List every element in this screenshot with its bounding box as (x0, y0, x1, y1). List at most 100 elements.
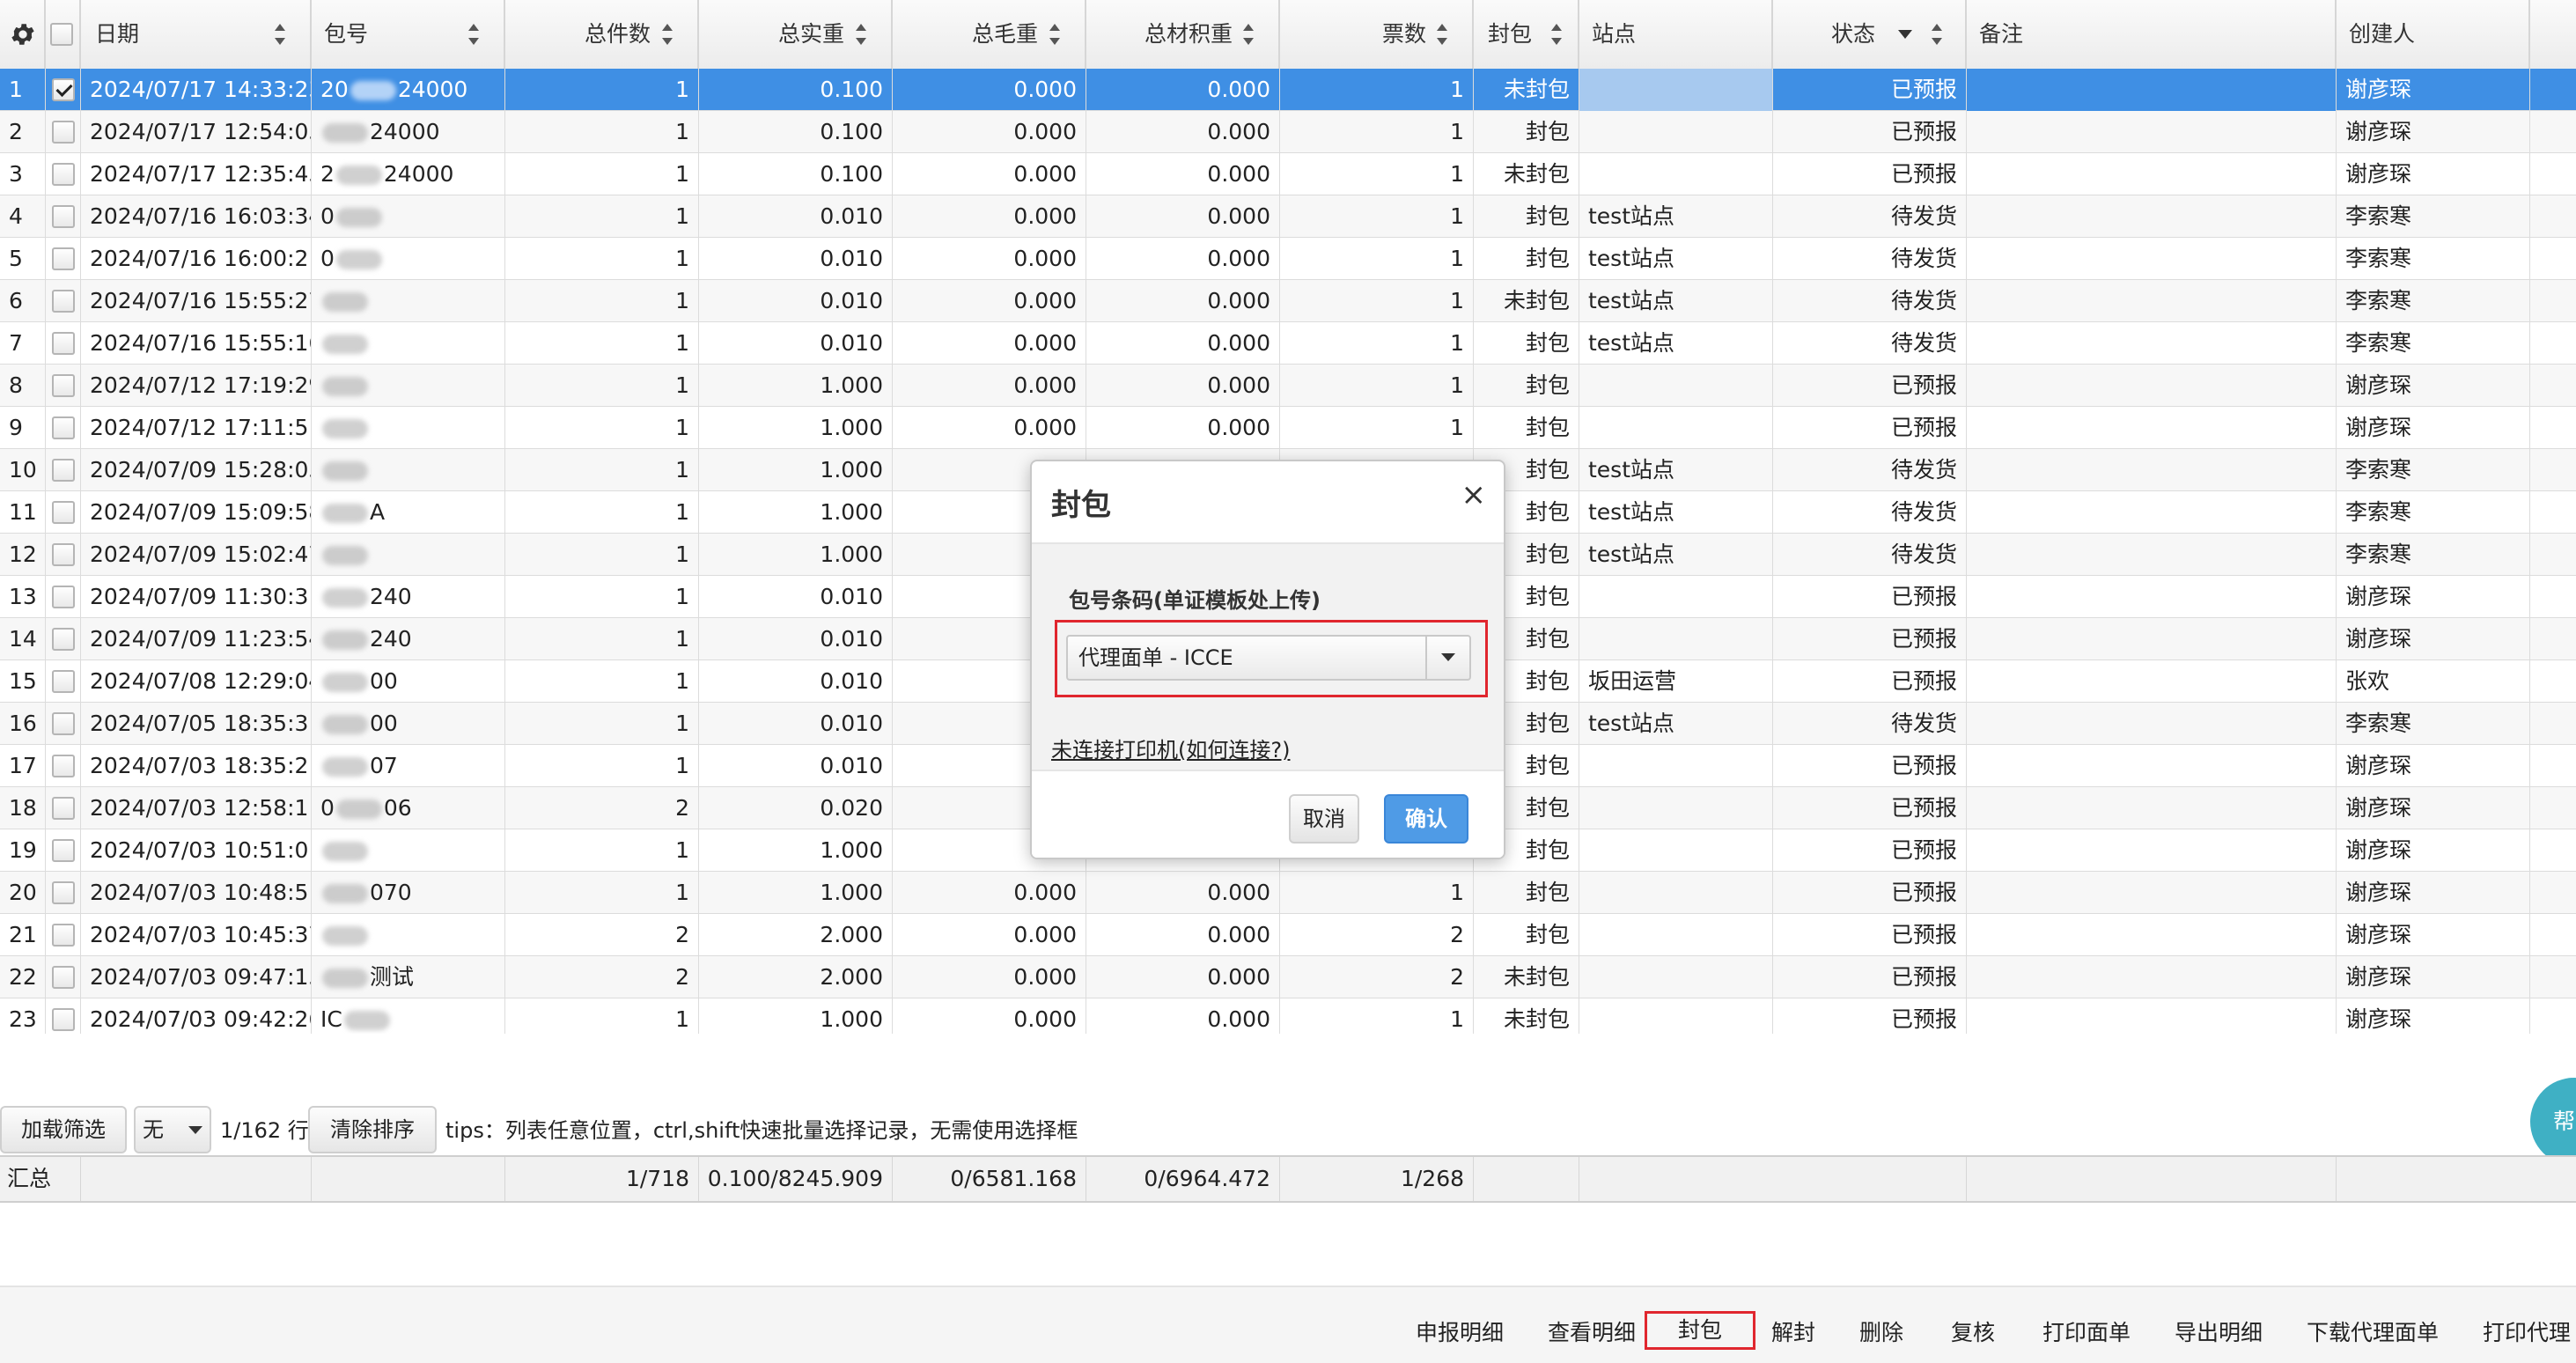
load-filter-button[interactable]: 加载筛选 (0, 1106, 127, 1153)
filter-select[interactable]: 无 (134, 1106, 211, 1153)
row-checkbox[interactable] (52, 121, 75, 144)
cell-no: 23 (0, 998, 46, 1034)
sort-icon[interactable] (662, 24, 673, 45)
row-checkbox[interactable] (52, 712, 75, 735)
cell-pieces: 1 (505, 111, 699, 153)
row-checkbox[interactable] (52, 966, 75, 989)
col-total-volume-weight[interactable]: 总材积重 (1086, 0, 1280, 69)
row-checkbox[interactable] (52, 205, 75, 228)
col-total-gross-weight[interactable]: 总毛重 (893, 0, 1086, 69)
chevron-down-icon[interactable] (1425, 637, 1469, 679)
seal-button[interactable]: 封包 (1645, 1311, 1755, 1350)
row-checkbox[interactable] (52, 628, 75, 651)
cancel-button[interactable]: 取消 (1289, 794, 1359, 844)
print-agent-button[interactable]: 打印代理 (2483, 1314, 2571, 1352)
row-checkbox[interactable] (52, 290, 75, 313)
close-icon[interactable]: × (1461, 477, 1487, 512)
view-detail-button[interactable]: 查看明细 (1548, 1314, 1636, 1352)
row-checkbox[interactable] (52, 501, 75, 524)
cell-aw: 0.010 (699, 280, 893, 322)
delete-button[interactable]: 删除 (1859, 1314, 1903, 1352)
col-sealed[interactable]: 封包 (1474, 0, 1579, 69)
col-package[interactable]: 包号 (312, 0, 505, 69)
row-checkbox-cell (46, 280, 81, 322)
download-agent-label-button[interactable]: 下载代理面单 (2307, 1314, 2439, 1352)
cell-vw: 0.000 (1086, 998, 1280, 1034)
table-row[interactable]: 22 2024/07/03 09:47:15 测试 2 2.000 0.000 0.000 2… (0, 956, 2576, 998)
table-row[interactable]: 6 2024/07/16 15:55:27 1 0.010 0.000 0.000 1 未封包… (0, 280, 2576, 322)
declare-detail-button[interactable]: 申报明细 (1416, 1314, 1504, 1352)
sort-icon[interactable] (856, 24, 866, 45)
cell-status: 已预报 (1773, 365, 1967, 407)
table-row[interactable]: 5 2024/07/16 16:00:21 0 1 0.010 0.000 0.000 1 封包… (0, 238, 2576, 280)
table-row[interactable]: 9 2024/07/12 17:11:51 1 1.000 0.000 0.000 1 封包已… (0, 407, 2576, 449)
sort-icon[interactable] (1932, 24, 1942, 45)
col-status[interactable]: 状态 (1773, 0, 1967, 69)
package-suffix: 24000 (383, 161, 454, 187)
col-date[interactable]: 日期 (81, 0, 312, 69)
col-total-pieces[interactable]: 总件数 (505, 0, 699, 69)
row-checkbox[interactable] (52, 839, 75, 862)
cell-sealed: 封包 (1474, 238, 1579, 280)
confirm-button[interactable]: 确认 (1384, 794, 1468, 844)
cell-station (1579, 111, 1773, 153)
sort-icon[interactable] (1551, 24, 1562, 45)
table-row[interactable]: 21 2024/07/03 10:45:37 2 2.000 0.000 0.000 2 封包… (0, 914, 2576, 956)
row-checkbox[interactable] (52, 247, 75, 270)
table-row[interactable]: 3 2024/07/17 12:35:45 2 24000 1 0.100 0.000 0.0… (0, 153, 2576, 195)
table-row[interactable]: 1 2024/07/17 14:33:23 20 24000 1 0.100 0.000 0.… (0, 69, 2576, 111)
table-row[interactable]: 20 2024/07/03 10:48:5 070 1 1.000 0.000 0.000 1… (0, 872, 2576, 914)
unseal-button[interactable]: 解封 (1771, 1314, 1815, 1352)
cell-tickets: 1 (1280, 365, 1474, 407)
select-all-checkbox[interactable] (50, 23, 73, 46)
row-checkbox[interactable] (52, 374, 75, 397)
review-button[interactable]: 复核 (1951, 1314, 1995, 1352)
cell-status: 已预报 (1773, 111, 1967, 153)
print-label-button[interactable]: 打印面单 (2042, 1314, 2131, 1352)
row-checkbox[interactable] (52, 755, 75, 777)
col-total-actual-weight[interactable]: 总实重 (699, 0, 893, 69)
row-checkbox[interactable] (52, 797, 75, 820)
sort-icon[interactable] (1437, 24, 1447, 45)
export-detail-button[interactable]: 导出明细 (2175, 1314, 2263, 1352)
table-row[interactable]: 4 2024/07/16 16:03:34 0 1 0.010 0.000 0.000 1 封包… (0, 195, 2576, 238)
gear-icon[interactable] (9, 20, 37, 48)
col-remark[interactable]: 备注 (1967, 0, 2337, 69)
row-checkbox[interactable] (52, 670, 75, 693)
table-row[interactable]: 23 2024/07/03 09:42:26 IC 1 1.000 0.000 0.000 1… (0, 998, 2576, 1034)
row-checkbox[interactable] (52, 1008, 75, 1031)
cell-station (1579, 576, 1773, 618)
row-checkbox[interactable] (52, 459, 75, 482)
printer-help-link[interactable]: 未连接打印机(如何连接?) (1051, 733, 1290, 763)
cell-date: 2024/07/09 15:28:05 (81, 449, 312, 491)
row-checkbox[interactable] (52, 543, 75, 566)
clear-sort-button[interactable]: 清除排序 (308, 1106, 437, 1153)
row-checkbox[interactable] (52, 416, 75, 439)
row-checkbox[interactable] (52, 924, 75, 947)
row-checkbox[interactable] (52, 78, 75, 101)
sort-icon[interactable] (468, 24, 479, 45)
template-select[interactable]: 代理面单 - ICCE (1066, 635, 1471, 681)
row-checkbox[interactable] (52, 881, 75, 904)
redacted-mask (322, 419, 368, 438)
row-checkbox[interactable] (52, 586, 75, 608)
col-creator[interactable]: 创建人 (2337, 0, 2530, 69)
row-checkbox[interactable] (52, 163, 75, 186)
settings-cell[interactable] (0, 0, 46, 69)
cell-station: test站点 (1579, 195, 1773, 238)
col-station[interactable]: 站点 (1579, 0, 1773, 69)
cell-pieces: 1 (505, 576, 699, 618)
table-row[interactable]: 7 2024/07/16 15:55:16 1 0.010 0.000 0.000 1 封包 t… (0, 322, 2576, 365)
table-row[interactable]: 8 2024/07/12 17:19:29 1 1.000 0.000 0.000 1 封包已… (0, 365, 2576, 407)
table-row[interactable]: 2 2024/07/17 12:54:05 24000 1 0.100 0.000 0.00… (0, 111, 2576, 153)
sort-icon[interactable] (275, 24, 285, 45)
row-checkbox-cell (46, 69, 81, 111)
cell-package: 240 (312, 618, 505, 660)
col-tickets[interactable]: 票数 (1280, 0, 1474, 69)
filter-dropdown-icon[interactable] (1898, 30, 1912, 39)
cell-no: 6 (0, 280, 46, 322)
sort-icon[interactable] (1049, 24, 1060, 45)
row-checkbox[interactable] (52, 332, 75, 355)
col-package-label: 包号 (324, 21, 369, 47)
sort-icon[interactable] (1243, 24, 1254, 45)
